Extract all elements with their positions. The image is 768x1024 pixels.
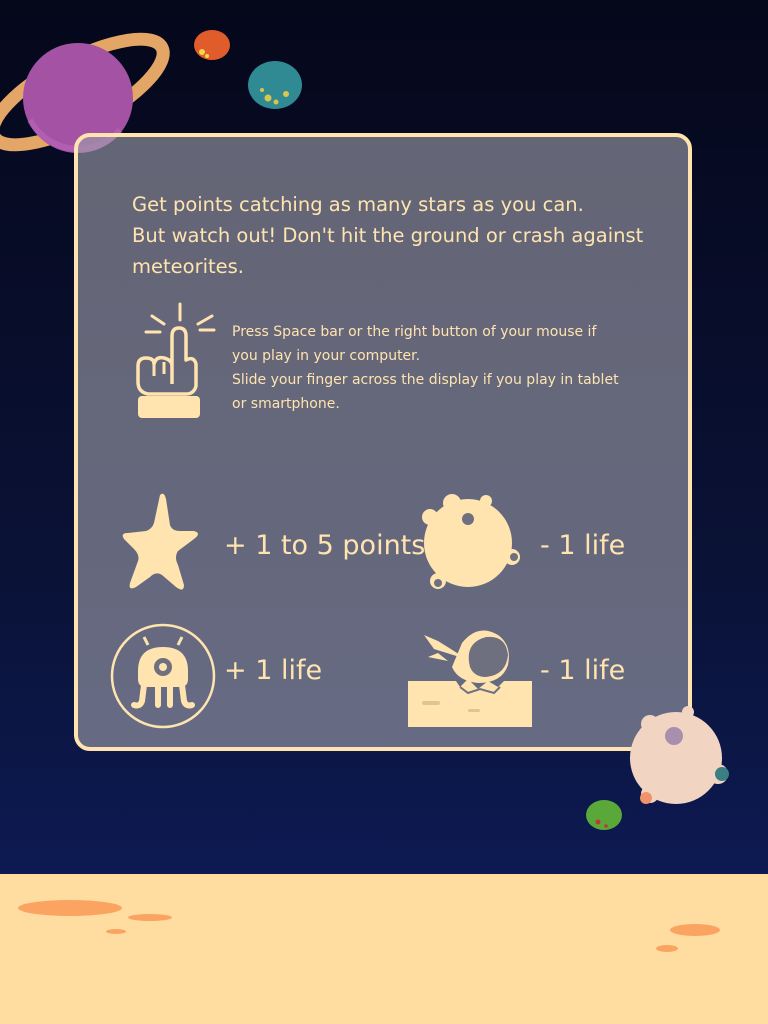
ground-crater [128, 914, 172, 921]
instructions-panel: Get points catching as many stars as you… [74, 133, 692, 751]
controls-line: or smartphone. [232, 396, 340, 412]
controls-line: you play in your computer. [232, 348, 421, 364]
controls-line: Press Space bar or the right button of y… [232, 324, 597, 340]
small-teal-planet [248, 61, 302, 109]
ground-crater [670, 924, 720, 936]
ground-crater [106, 929, 126, 934]
meteorite-legend-text: - 1 life [540, 530, 626, 561]
controls-line: Slide your finger across the display if … [232, 372, 619, 388]
ground-crater [656, 945, 678, 952]
crash-icon [408, 630, 532, 727]
meteorite-decoration [630, 706, 729, 804]
controls-text: Press Space bar or the right button of y… [232, 320, 642, 416]
star-legend-text: + 1 to 5 points [224, 530, 426, 561]
intro-line: But watch out! Don't hit the ground or c… [132, 224, 644, 247]
crash-legend-text: - 1 life [540, 655, 626, 686]
tap-hand-icon [136, 302, 216, 418]
star-icon [122, 493, 198, 590]
intro-text: Get points catching as many stars as you… [132, 189, 652, 282]
ground-crater [18, 900, 122, 916]
ground [0, 874, 768, 1024]
alien-icon [110, 623, 216, 729]
small-green-planet [586, 800, 622, 830]
intro-line: meteorites. [132, 255, 245, 278]
alien-legend-text: + 1 life [224, 655, 323, 686]
intro-line: Get points catching as many stars as you… [132, 193, 584, 216]
meteorite-icon [422, 494, 520, 589]
small-orange-planet [194, 30, 230, 60]
